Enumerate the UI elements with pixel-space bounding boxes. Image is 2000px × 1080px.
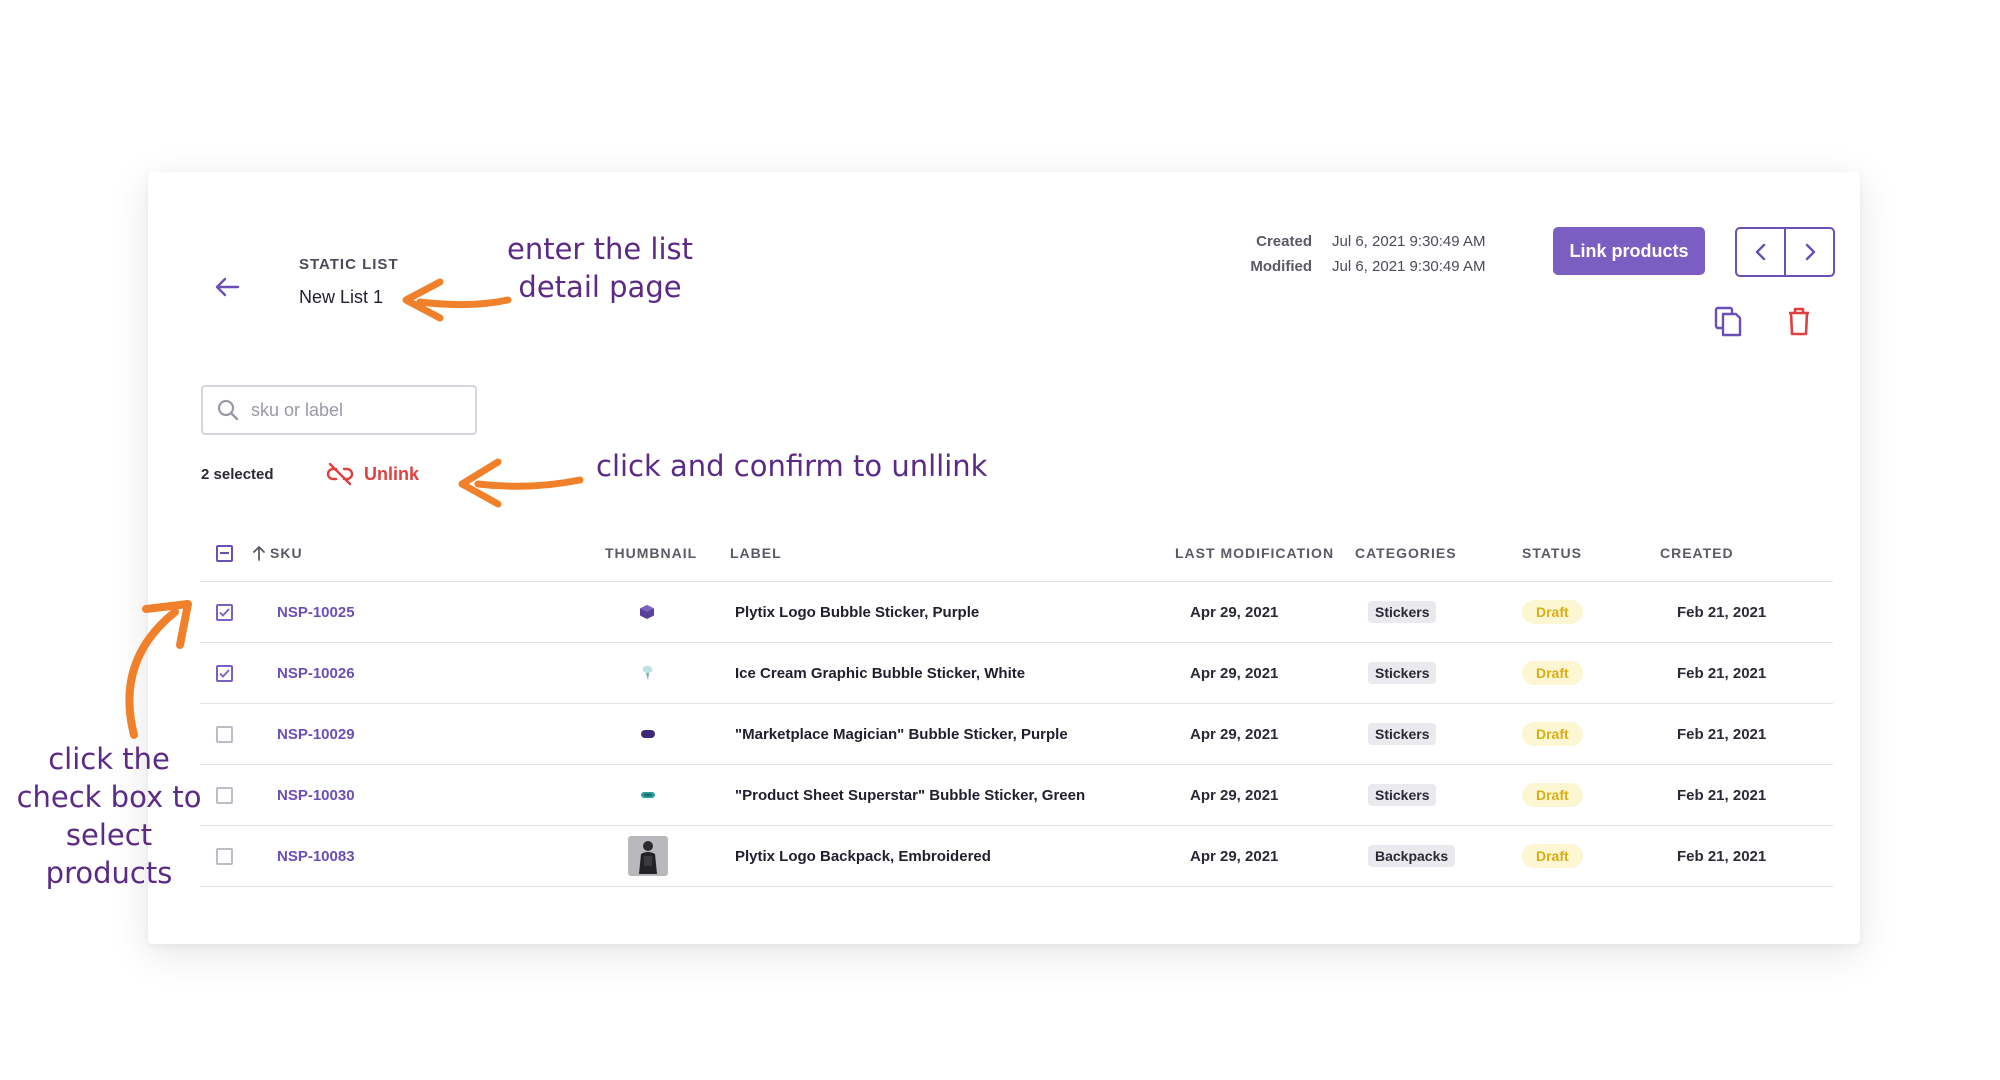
selected-count: 2 selected	[201, 466, 274, 483]
category-badge: Stickers	[1368, 784, 1437, 806]
column-header-label[interactable]: LABEL	[730, 525, 782, 581]
trash-icon[interactable]	[1784, 305, 1814, 337]
last-modification: Apr 29, 2021	[1190, 603, 1279, 621]
column-header-status[interactable]: STATUS	[1522, 525, 1582, 581]
category-cell: Stickers	[1368, 765, 1437, 825]
row-checkbox[interactable]	[216, 786, 233, 804]
modified-label: Modified	[1250, 258, 1312, 275]
unlink-icon	[326, 462, 354, 486]
search-input[interactable]	[249, 398, 463, 422]
status-badge: Draft	[1522, 722, 1583, 746]
row-checkbox-cell	[216, 826, 233, 886]
chevron-right-icon	[1805, 243, 1815, 261]
annotation-checkbox: click the check box to select products	[16, 742, 202, 890]
list-metadata: Created Jul 6, 2021 9:30:49 AM Modified Ju…	[1220, 229, 1485, 279]
last-modification: Apr 29, 2021	[1190, 786, 1279, 804]
row-checkbox-cell	[216, 704, 233, 764]
product-thumbnail	[638, 582, 656, 642]
status-cell: Draft	[1522, 582, 1583, 642]
category-cell: Stickers	[1368, 582, 1437, 642]
sku-link[interactable]: NSP-10025	[277, 582, 355, 642]
created-date: Feb 21, 2021	[1677, 603, 1767, 621]
product-thumbnail	[640, 704, 656, 764]
copy-icon[interactable]	[1712, 305, 1744, 337]
select-all-cell	[216, 525, 233, 581]
category-badge: Stickers	[1368, 723, 1437, 745]
column-header-last-modification[interactable]: LAST MODIFICATION	[1175, 525, 1334, 581]
product-thumbnail	[640, 765, 656, 825]
table-header: SKU THUMBNAIL LABEL LAST MODIFICATION CA…	[200, 525, 1833, 582]
category-cell: Backpacks	[1368, 826, 1456, 886]
row-checkbox-cell	[216, 643, 233, 703]
product-label: "Marketplace Magician" Bubble Sticker, P…	[735, 725, 1068, 743]
row-checkbox-cell	[216, 582, 233, 642]
status-badge: Draft	[1522, 600, 1583, 624]
product-label: Ice Cream Graphic Bubble Sticker, White	[735, 664, 1026, 682]
category-badge: Stickers	[1368, 601, 1437, 623]
category-cell: Stickers	[1368, 704, 1437, 764]
products-table: SKU THUMBNAIL LABEL LAST MODIFICATION CA…	[200, 525, 1833, 887]
row-checkbox-cell	[216, 765, 233, 825]
table-row[interactable]: NSP-10025 Plytix Logo Bubble Sticker, Pu…	[200, 582, 1833, 643]
product-label: Plytix Logo Backpack, Embroidered	[735, 847, 991, 865]
chevron-left-icon	[1755, 243, 1765, 261]
next-button[interactable]	[1786, 229, 1833, 275]
product-label: "Product Sheet Superstar" Bubble Sticker…	[735, 786, 1086, 804]
annotation-unlink: click and confirm to unllink	[596, 449, 988, 483]
search-icon	[217, 399, 239, 421]
column-header-thumbnail: THUMBNAIL	[605, 545, 698, 561]
table-row[interactable]: NSP-10030 "Product Sheet Superstar" Bubb…	[200, 765, 1833, 826]
column-header-created[interactable]: CREATED	[1660, 525, 1734, 581]
status-cell: Draft	[1522, 704, 1583, 764]
created-label: Created	[1256, 233, 1312, 250]
back-arrow-icon[interactable]	[210, 270, 244, 304]
sku-link[interactable]: NSP-10029	[277, 704, 355, 764]
status-cell: Draft	[1522, 765, 1583, 825]
status-badge: Draft	[1522, 783, 1583, 807]
table-row[interactable]: NSP-10029 "Marketplace Magician" Bubble …	[200, 704, 1833, 765]
category-badge: Backpacks	[1368, 845, 1456, 867]
table-row[interactable]: NSP-10083 Plytix Logo Backpack, Embroide…	[200, 826, 1833, 887]
category-badge: Stickers	[1368, 662, 1437, 684]
sort-up-icon	[253, 546, 265, 561]
created-value: Jul 6, 2021 9:30:49 AM	[1332, 233, 1486, 250]
modified-value: Jul 6, 2021 9:30:49 AM	[1332, 258, 1486, 275]
column-header-sku[interactable]: SKU	[252, 525, 303, 581]
status-cell: Draft	[1522, 826, 1583, 886]
sku-link[interactable]: NSP-10083	[277, 826, 355, 886]
product-thumbnail	[628, 826, 668, 886]
product-label: Plytix Logo Bubble Sticker, Purple	[735, 603, 980, 621]
created-date: Feb 21, 2021	[1677, 725, 1767, 743]
list-type-label: STATIC LIST	[299, 256, 399, 273]
sku-link[interactable]: NSP-10026	[277, 643, 355, 703]
pager	[1735, 227, 1835, 277]
unlink-label: Unlink	[364, 463, 420, 484]
status-badge: Draft	[1522, 844, 1583, 868]
created-date: Feb 21, 2021	[1677, 664, 1767, 682]
row-checkbox[interactable]	[216, 725, 233, 743]
previous-button[interactable]	[1737, 229, 1786, 275]
row-checkbox[interactable]	[216, 664, 233, 682]
table-row[interactable]: NSP-10026 Ice Cream Graphic Bubble Stick…	[200, 643, 1833, 704]
last-modification: Apr 29, 2021	[1190, 847, 1279, 865]
link-products-button[interactable]: Link products	[1553, 227, 1705, 275]
status-badge: Draft	[1522, 661, 1583, 685]
category-cell: Stickers	[1368, 643, 1437, 703]
search-box	[201, 385, 477, 435]
product-thumbnail	[640, 643, 656, 703]
created-date: Feb 21, 2021	[1677, 847, 1767, 865]
list-name: New List 1	[299, 287, 384, 307]
created-date: Feb 21, 2021	[1677, 786, 1767, 804]
select-all-checkbox[interactable]	[216, 544, 233, 562]
sku-link[interactable]: NSP-10030	[277, 765, 355, 825]
last-modification: Apr 29, 2021	[1190, 725, 1279, 743]
annotation-enter-list: enter the list detail page	[507, 232, 693, 304]
row-checkbox[interactable]	[216, 603, 233, 621]
unlink-button[interactable]: Unlink	[326, 462, 419, 486]
last-modification: Apr 29, 2021	[1190, 664, 1279, 682]
row-checkbox[interactable]	[216, 847, 233, 865]
column-header-categories: CATEGORIES	[1355, 545, 1457, 561]
status-cell: Draft	[1522, 643, 1583, 703]
